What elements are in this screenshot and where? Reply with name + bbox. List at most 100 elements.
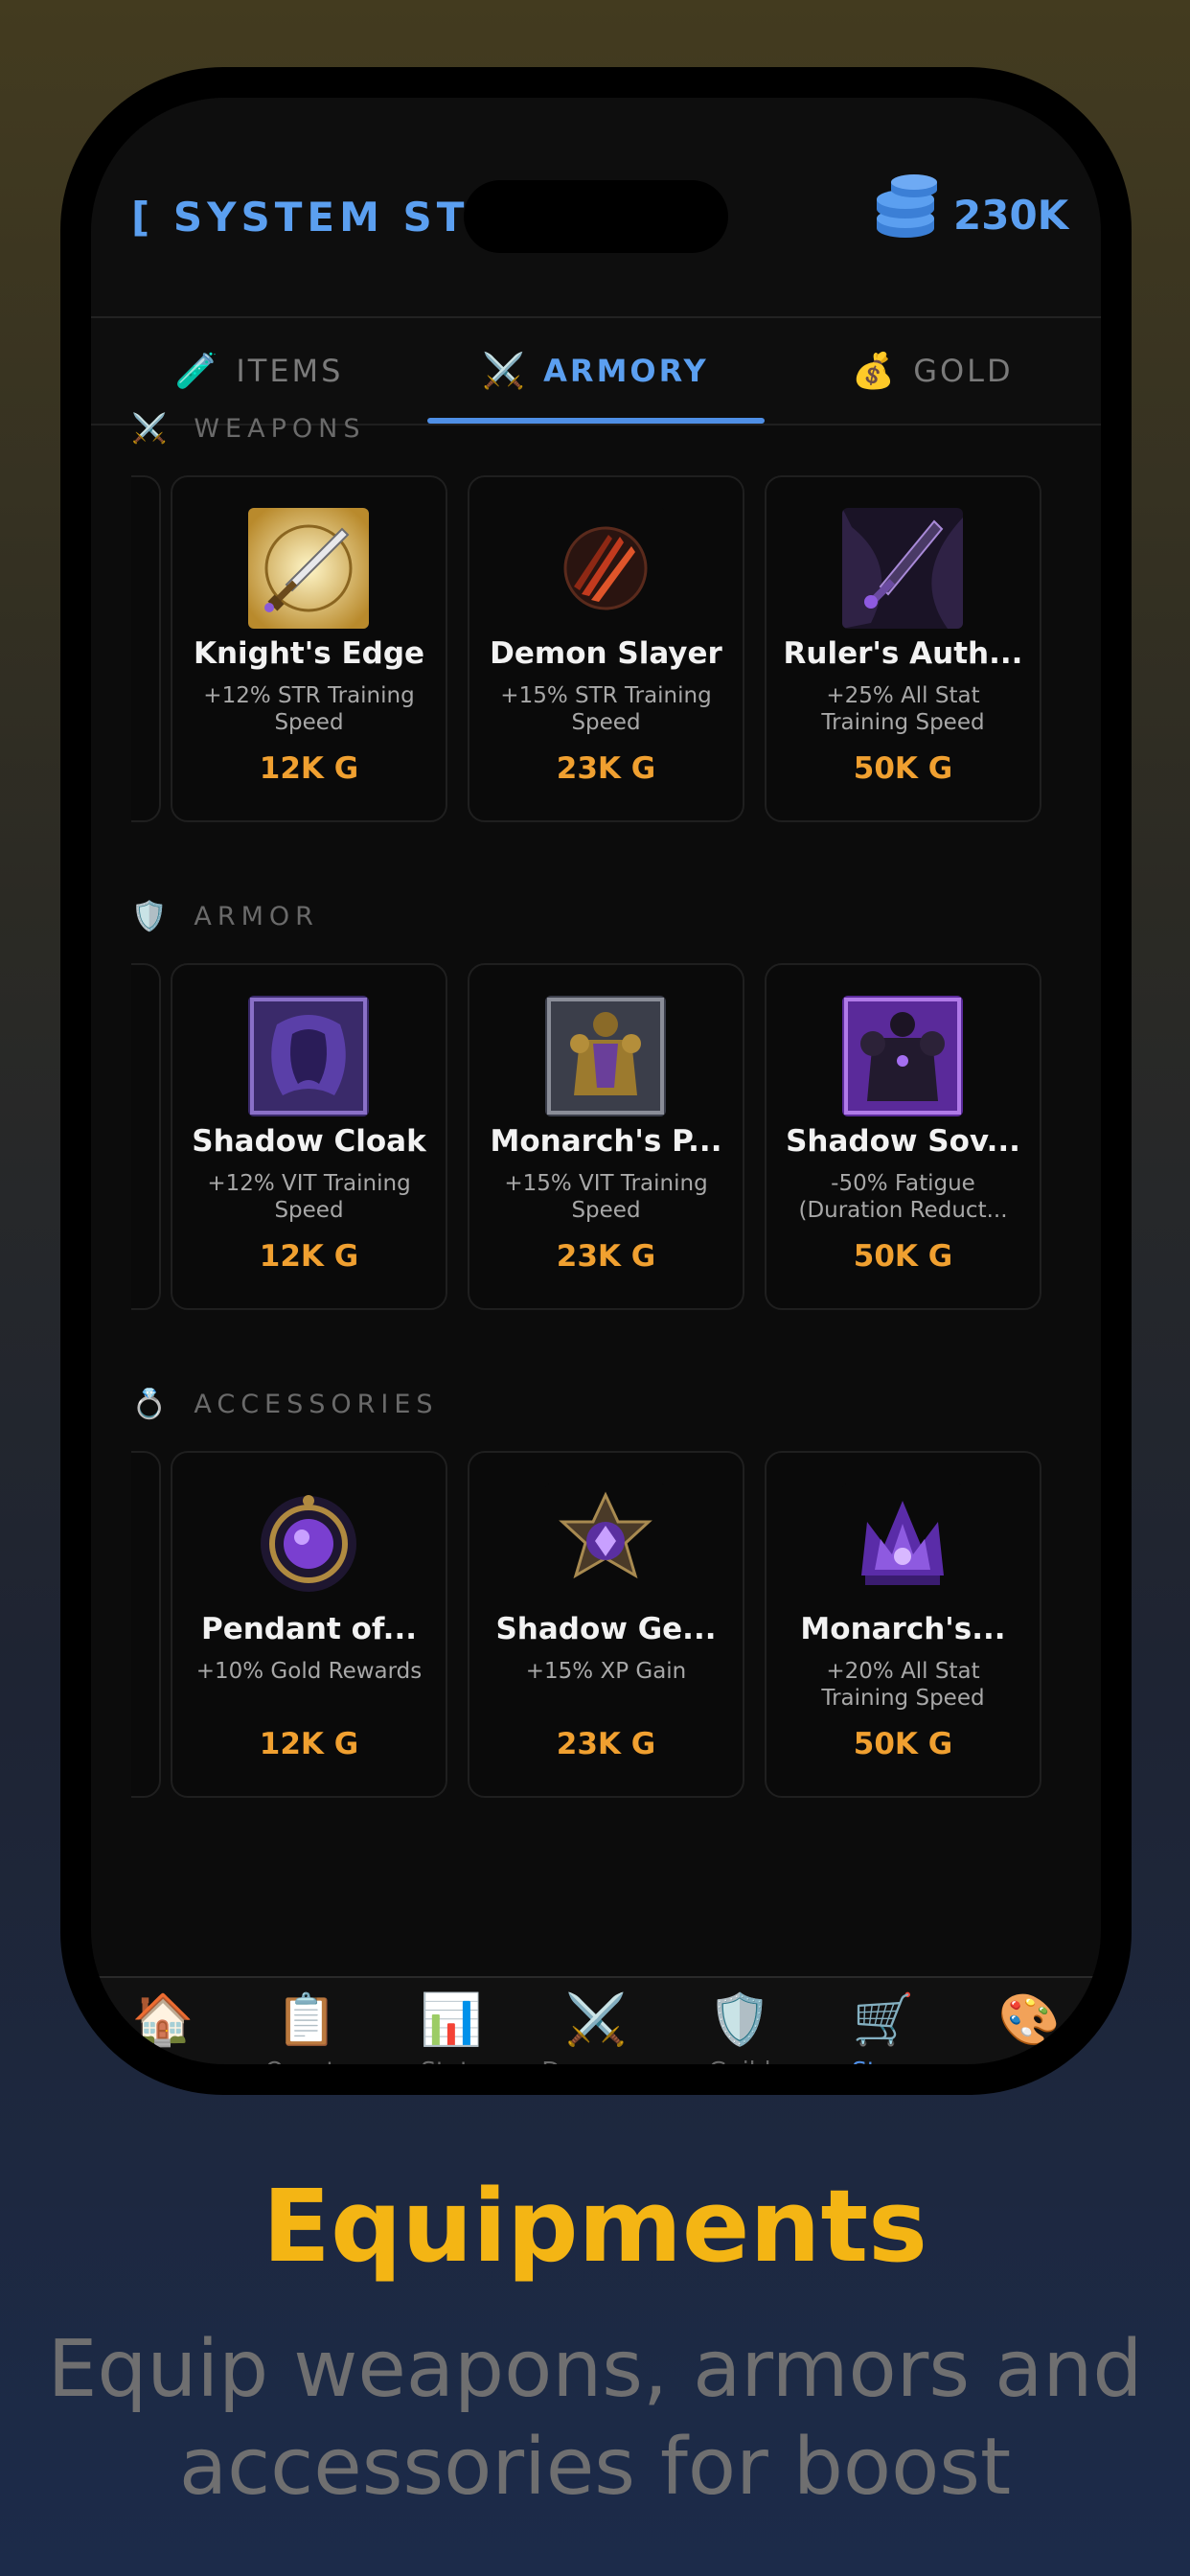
- section-label: ACCESSORIES: [194, 1390, 439, 1419]
- item-name: Demon Slayer: [490, 636, 722, 671]
- item-card[interactable]: Monarch's... +20% All Stat Training Spee…: [765, 1451, 1041, 1798]
- item-name: Knight's Edge: [193, 636, 425, 671]
- active-tab-indicator: [427, 418, 765, 424]
- nav-home[interactable]: 🏠 Home: [91, 1990, 235, 2064]
- item-card[interactable]: Ruler's Auth... +25% All Stat Training S…: [765, 475, 1041, 822]
- bar-chart-icon: 📊: [420, 1991, 483, 2049]
- item-price: 23K G: [556, 751, 656, 786]
- item-description: +25% All Stat Training Speed: [821, 683, 985, 735]
- item-name: Shadow Cloak: [192, 1124, 426, 1159]
- tab-gold[interactable]: 💰 GOLD: [765, 318, 1101, 424]
- nav-label: Stats: [379, 2057, 523, 2064]
- shopping-cart-icon: 🛒: [852, 1991, 915, 2049]
- dark-sword-icon: [842, 508, 963, 629]
- tab-label: GOLD: [913, 353, 1014, 389]
- item-description: +20% All Stat Training Speed: [821, 1659, 985, 1711]
- item-description: -50% Fatigue (Duration Reduct...: [798, 1171, 1008, 1223]
- armor-carousel[interactable]: Shadow Cloak +12% VIT Training Speed 12K…: [131, 963, 1101, 1313]
- shield-icon: 🛡️: [708, 1991, 771, 2049]
- pendant-icon: [248, 1484, 369, 1604]
- crossed-swords-icon: ⚔️: [482, 352, 529, 391]
- app-screen: [ SYSTEM STORE ] 230K 🧪 ITEMS ⚔️ A: [91, 98, 1101, 2064]
- nav-label: Store: [812, 2057, 955, 2064]
- palette-icon: 🎨: [997, 1991, 1061, 2049]
- nav-dungeon[interactable]: ⚔️ Dungeon: [524, 1990, 668, 2064]
- nav-store[interactable]: 🛒 Store: [812, 1990, 955, 2064]
- weapons-carousel[interactable]: Knight's Edge +12% STR Training Speed 12…: [131, 475, 1101, 825]
- crown-flame-icon: [842, 1484, 963, 1604]
- item-description: +12% VIT Training Speed: [207, 1171, 411, 1223]
- item-price: 23K G: [556, 1239, 656, 1274]
- gem-emblem-icon: [545, 1484, 666, 1604]
- marketing-headline: Equipments: [262, 2168, 928, 2285]
- coins-balance: 230K: [953, 192, 1069, 239]
- item-price: 12K G: [259, 1727, 359, 1761]
- nav-label: Style: [957, 2057, 1101, 2064]
- item-name: Ruler's Auth...: [783, 636, 1023, 671]
- store-tabs: 🧪 ITEMS ⚔️ ARMORY 💰 GOLD: [91, 318, 1101, 426]
- bottom-nav: 🏠 Home 📋 Quests 📊 Stats ⚔️ Dungeon 🛡️ Gu…: [91, 1976, 1101, 2064]
- item-price: 12K G: [259, 751, 359, 786]
- accessories-carousel[interactable]: Pendant of... +10% Gold Rewards 12K G Sh…: [131, 1451, 1101, 1801]
- sword-icon: [248, 508, 369, 629]
- crossed-swords-icon: ⚔️: [564, 1991, 628, 2049]
- house-icon: 🏠: [131, 1991, 195, 2049]
- coin-stack-icon: [877, 174, 937, 238]
- dynamic-island: [464, 180, 728, 253]
- marketing-subline: Equip weapons, armors and accessories fo…: [47, 2324, 1143, 2513]
- item-card[interactable]: Pendant of... +10% Gold Rewards 12K G: [171, 1451, 447, 1798]
- crossed-swords-icon: ⚔️: [131, 412, 173, 446]
- nav-guild[interactable]: 🛡️ Guild: [668, 1990, 812, 2064]
- nav-label: Dungeon: [524, 2057, 668, 2064]
- section-label: ARMOR: [194, 902, 319, 932]
- test-tube-icon: 🧪: [174, 352, 221, 391]
- clipboard-icon: 📋: [275, 1991, 338, 2049]
- shadow-armor-icon: [842, 996, 963, 1116]
- item-name: Monarch's P...: [490, 1124, 722, 1159]
- ring-icon: 💍: [131, 1388, 173, 1421]
- nav-label: Guild: [668, 2057, 812, 2064]
- item-description: +15% STR Training Speed: [500, 683, 712, 735]
- item-card[interactable]: Shadow Cloak +12% VIT Training Speed 12K…: [171, 963, 447, 1310]
- item-card[interactable]: Knight's Edge +12% STR Training Speed 12…: [171, 475, 447, 822]
- item-card[interactable]: Demon Slayer +15% STR Training Speed 23K…: [468, 475, 744, 822]
- item-description: +15% VIT Training Speed: [504, 1171, 708, 1223]
- cloak-icon: [248, 996, 369, 1116]
- item-description: +10% Gold Rewards: [195, 1659, 423, 1684]
- plate-armor-icon: [545, 996, 666, 1116]
- item-description: +12% STR Training Speed: [203, 683, 415, 735]
- tab-items[interactable]: 🧪 ITEMS: [91, 318, 427, 424]
- section-title-armor: 🛡️ ARMOR: [131, 900, 319, 933]
- item-price: 50K G: [853, 751, 953, 786]
- tab-label: ARMORY: [543, 353, 709, 389]
- nav-label: Home: [91, 2057, 235, 2064]
- item-card-partial[interactable]: [131, 963, 161, 1310]
- item-description: +15% XP Gain: [525, 1659, 687, 1684]
- item-price: 50K G: [853, 1727, 953, 1761]
- item-card-partial[interactable]: [131, 1451, 161, 1798]
- phone-frame: [ SYSTEM STORE ] 230K 🧪 ITEMS ⚔️ A: [60, 67, 1132, 2095]
- tab-label: ITEMS: [236, 353, 344, 389]
- nav-style[interactable]: 🎨 Style: [957, 1990, 1101, 2064]
- page-title: [ SYSTEM STORE ]: [131, 194, 495, 241]
- item-card[interactable]: Shadow Sov... -50% Fatigue (Duration Red…: [765, 963, 1041, 1310]
- nav-quests[interactable]: 📋 Quests: [235, 1990, 378, 2064]
- tab-armory[interactable]: ⚔️ ARMORY: [427, 318, 764, 424]
- section-title-accessories: 💍 ACCESSORIES: [131, 1388, 439, 1421]
- item-card[interactable]: Shadow Ge... +15% XP Gain 23K G: [468, 1451, 744, 1798]
- shield-icon: 🛡️: [131, 900, 173, 933]
- item-card[interactable]: Monarch's P... +15% VIT Training Speed 2…: [468, 963, 744, 1310]
- item-price: 50K G: [853, 1239, 953, 1274]
- demon-claw-icon: [545, 508, 666, 629]
- item-card-partial[interactable]: [131, 475, 161, 822]
- section-title-weapons: ⚔️ WEAPONS: [131, 412, 365, 446]
- nav-label: Quests: [235, 2057, 378, 2064]
- item-price: 12K G: [259, 1239, 359, 1274]
- item-name: Shadow Ge...: [495, 1612, 717, 1646]
- item-price: 23K G: [556, 1727, 656, 1761]
- nav-stats[interactable]: 📊 Stats: [379, 1990, 523, 2064]
- item-name: Monarch's...: [800, 1612, 1006, 1646]
- item-name: Shadow Sov...: [786, 1124, 1020, 1159]
- item-name: Pendant of...: [200, 1612, 418, 1646]
- money-bag-icon: 💰: [852, 352, 899, 391]
